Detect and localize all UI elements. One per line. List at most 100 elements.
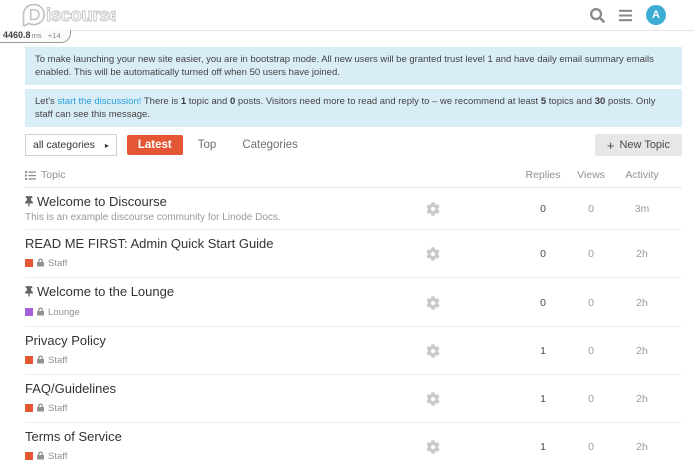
category-color-swatch [25, 308, 33, 316]
activity-time[interactable]: 3m [616, 203, 668, 215]
topic-title: READ ME FIRST: Admin Quick Start Guide [25, 236, 274, 251]
profiler-count: +14 [48, 31, 61, 40]
activity-time[interactable]: 2h [616, 393, 668, 405]
banner-text: Let's [35, 96, 57, 107]
topic-cell: Welcome to Discourse This is an example … [25, 194, 426, 224]
list-icon [25, 170, 36, 181]
activity-time[interactable]: 2h [616, 345, 668, 357]
hamburger-menu-icon[interactable] [618, 8, 633, 23]
category-badge[interactable]: Lounge [25, 303, 426, 321]
main-content: To make launching your new site easier, … [25, 47, 682, 460]
topic-cell: Privacy Policy Staff [25, 333, 426, 369]
tab-top[interactable]: Top [187, 135, 228, 155]
discourse-logo[interactable]: iscourse [22, 3, 116, 27]
table-row: Welcome to Discourse This is an example … [25, 188, 682, 230]
logo-text: iscourse [46, 4, 116, 25]
pin-icon [25, 195, 33, 210]
topic-title: Terms of Service [25, 429, 122, 444]
table-row: Privacy Policy Staff 1 0 2h [25, 327, 682, 375]
banner-text: topic and [186, 96, 230, 107]
topic-admin-gear-icon[interactable] [426, 247, 460, 261]
plus-icon: + [607, 139, 615, 152]
topic-admin-gear-icon[interactable] [426, 296, 460, 310]
banner-emphasis: 30 [595, 96, 606, 107]
column-header-activity[interactable]: Activity [616, 169, 668, 181]
list-controls: all categories ▸ LatestTopCategories + N… [25, 134, 682, 156]
category-filter-label: all categories [33, 139, 95, 151]
topic-cell: FAQ/Guidelines Staff [25, 381, 426, 417]
topic-list: Topic Replies Views Activity Welcome to … [25, 163, 682, 460]
replies-count: 0 [520, 297, 566, 309]
views-count: 0 [568, 203, 614, 215]
category-name: Staff [48, 258, 67, 269]
category-filter-dropdown[interactable]: all categories ▸ [25, 134, 117, 156]
topic-cell: Terms of Service Staff [25, 429, 426, 460]
topic-title: Welcome to Discourse [37, 194, 167, 209]
table-row: Welcome to the Lounge Lounge 0 0 2h [25, 278, 682, 327]
activity-time[interactable]: 2h [616, 441, 668, 453]
tab-latest[interactable]: Latest [127, 135, 183, 155]
category-badge[interactable]: Staff [25, 254, 426, 272]
topic-link[interactable]: Welcome to Discourse [25, 194, 426, 210]
topic-link[interactable]: Terms of Service [25, 429, 426, 444]
replies-count: 0 [520, 248, 566, 260]
tab-categories[interactable]: Categories [231, 135, 309, 155]
header-icons: A [590, 5, 666, 25]
category-color-swatch [25, 404, 33, 412]
site-header: iscourse A [0, 0, 694, 31]
topic-admin-gear-icon[interactable] [426, 202, 460, 216]
replies-count: 1 [520, 441, 566, 453]
banner-text: There is [141, 96, 180, 107]
banner-text: posts. Visitors need more to read and re… [235, 96, 541, 107]
replies-count: 1 [520, 393, 566, 405]
new-topic-button[interactable]: + New Topic [595, 134, 682, 156]
table-row: FAQ/Guidelines Staff 1 0 2h [25, 375, 682, 423]
category-name: Staff [48, 355, 67, 366]
views-count: 0 [568, 393, 614, 405]
column-header-topic[interactable]: Topic [25, 169, 426, 181]
caret-right-icon: ▸ [105, 141, 109, 150]
topic-admin-gear-icon[interactable] [426, 344, 460, 358]
category-badge[interactable]: Staff [25, 399, 426, 417]
category-badge[interactable]: Staff [25, 351, 426, 369]
topic-title: FAQ/Guidelines [25, 381, 116, 396]
table-row: Terms of Service Staff 1 0 2h [25, 423, 682, 460]
views-count: 0 [568, 297, 614, 309]
topic-header-label: Topic [41, 169, 66, 181]
banner-text: To make launching your new site easier, … [35, 54, 654, 78]
category-badge[interactable]: Staff [25, 447, 426, 460]
topic-admin-gear-icon[interactable] [426, 392, 460, 406]
start-discussion-link[interactable]: start the discussion! [57, 96, 141, 107]
topic-title: Privacy Policy [25, 333, 106, 348]
views-count: 0 [568, 345, 614, 357]
profiler-time: 4460.8 [3, 30, 31, 40]
activity-time[interactable]: 2h [616, 248, 668, 260]
category-name: Staff [48, 451, 67, 460]
lock-icon [37, 303, 44, 321]
topic-link[interactable]: Privacy Policy [25, 333, 426, 348]
start-discussion-banner: Let's start the discussion! There is 1 t… [25, 89, 682, 127]
topic-link[interactable]: FAQ/Guidelines [25, 381, 426, 396]
search-icon[interactable] [590, 8, 605, 23]
activity-time[interactable]: 2h [616, 297, 668, 309]
new-topic-label: New Topic [619, 139, 670, 151]
topic-list-header: Topic Replies Views Activity [25, 163, 682, 188]
pin-icon [25, 285, 33, 300]
banner-text: topics and [546, 96, 595, 107]
column-header-views[interactable]: Views [568, 169, 614, 181]
bootstrap-mode-banner: To make launching your new site easier, … [25, 47, 682, 85]
miniprofiler-badge[interactable]: 4460.8ms +14 [0, 30, 71, 43]
topic-excerpt: This is an example discourse community f… [25, 212, 426, 224]
lock-icon [37, 254, 44, 272]
topic-link[interactable]: Welcome to the Lounge [25, 284, 426, 300]
views-count: 0 [568, 441, 614, 453]
topic-title: Welcome to the Lounge [37, 284, 174, 299]
topic-cell: Welcome to the Lounge Lounge [25, 284, 426, 321]
topic-admin-gear-icon[interactable] [426, 440, 460, 454]
user-avatar[interactable]: A [646, 5, 666, 25]
category-color-swatch [25, 356, 33, 364]
column-header-replies[interactable]: Replies [520, 169, 566, 181]
category-name: Staff [48, 403, 67, 414]
topic-link[interactable]: READ ME FIRST: Admin Quick Start Guide [25, 236, 426, 251]
topic-cell: READ ME FIRST: Admin Quick Start Guide S… [25, 236, 426, 272]
